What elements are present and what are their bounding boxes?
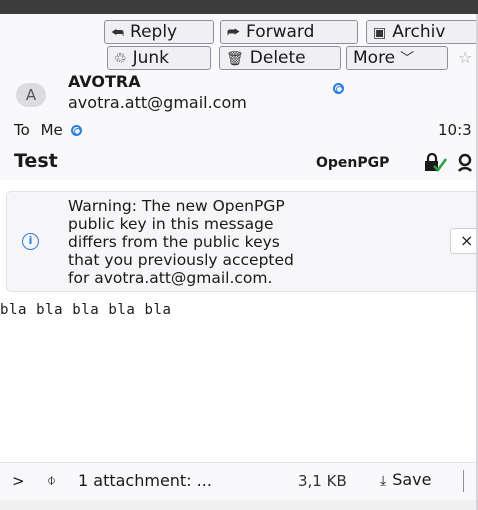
window-top-strip [0,0,478,14]
warning-line: that you previously accepted [68,251,294,269]
more-button[interactable]: More ﹀ [346,46,448,70]
trash-icon: 🗑 [226,51,244,67]
archive-icon: ▣ [373,25,387,41]
warning-text: Warning: The new OpenPGP public key in t… [68,197,443,287]
archive-label: Archiv [392,22,446,42]
more-label: More [353,48,396,68]
close-warning-button[interactable]: × [450,228,478,254]
to-label: To [14,121,30,139]
save-attachment-button[interactable]: ⤓ Save [380,470,431,494]
download-icon: ⤓ [380,473,387,489]
save-label: Save [392,470,432,489]
signature-status-icon [457,153,473,172]
junk-button[interactable]: ♲ Junk [107,46,211,70]
encrypted-lock-icon [425,153,448,172]
save-button-divider [463,470,464,492]
reply-label: Reply [130,22,178,42]
forward-button[interactable]: ⮫ Forward [220,20,358,44]
message-body: bla bla bla bla bla [0,302,172,318]
recipient-me[interactable]: Me [41,121,63,139]
attachment-size: 3,1 KB [298,472,347,490]
sender-name[interactable]: AVOTRA [68,72,141,91]
openpgp-security-button[interactable]: OpenPGP [316,155,389,171]
to-row: To Me [14,121,82,139]
subject: Test [14,150,58,172]
star-icon[interactable]: ☆ [458,48,472,67]
attachment-toggle[interactable]: > [12,472,25,490]
archive-button[interactable]: ▣ Archiv [366,20,478,44]
forward-label: Forward [246,22,315,42]
forward-icon: ⮫ [227,25,241,41]
attachment-summary[interactable]: 1 attachment: ... [78,471,212,490]
warning-line: for avotra.att@gmail.com. [68,269,273,287]
warning-line: Warning: The new OpenPGP [68,197,285,215]
junk-label: Junk [132,48,169,68]
chevron-down-icon: ﹀ [400,51,415,67]
delete-label: Delete [249,48,306,68]
bottom-strip [0,500,478,510]
recipient-contact-icon[interactable] [70,125,82,136]
sender-email[interactable]: avotra.att@gmail.com [68,93,247,112]
delete-button[interactable]: 🗑 Delete [219,46,341,70]
junk-icon: ♲ [114,51,127,67]
message-time: 10:3 [438,121,472,139]
reply-icon: ⮪ [111,25,125,41]
info-icon: i [22,233,39,250]
openpgp-label: OpenPGP [316,155,390,171]
reply-button[interactable]: ⮪ Reply [104,20,214,44]
paperclip-icon: ⌽ [47,471,57,489]
add-contact-icon[interactable] [333,83,344,94]
warning-line: public key in this message [68,215,274,233]
warning-line: differs from the public keys [68,233,280,251]
avatar: A [16,83,46,107]
